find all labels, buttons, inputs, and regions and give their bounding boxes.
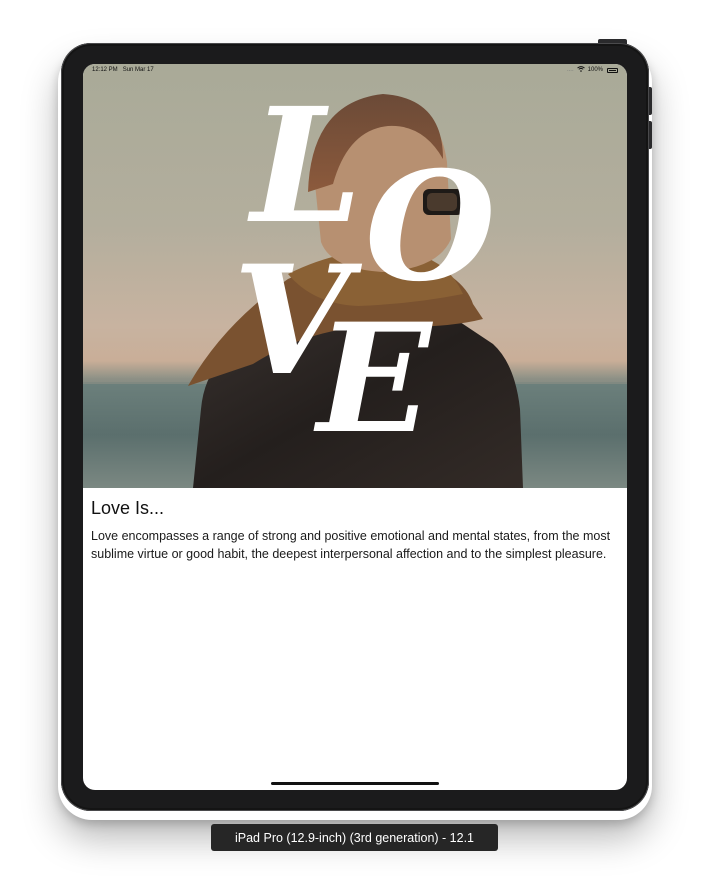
- simulator-stage: 12:12 PM Sun Mar 17 .... 100% L O V E Lo…: [0, 0, 710, 891]
- status-bar: 12:12 PM Sun Mar 17 .... 100%: [83, 64, 627, 76]
- wifi-icon: [576, 66, 585, 74]
- love-letter-l: L: [251, 74, 363, 259]
- home-indicator[interactable]: [271, 782, 439, 785]
- battery-percent: 100%: [587, 67, 603, 73]
- status-date: Sun Mar 17: [122, 67, 154, 73]
- simulator-device-label: iPad Pro (12.9-inch) (3rd generation) - …: [211, 824, 498, 851]
- love-letter-o: O: [365, 139, 496, 315]
- battery-icon: [607, 67, 618, 73]
- status-time: 12:12 PM: [92, 67, 118, 73]
- device-screen[interactable]: 12:12 PM Sun Mar 17 .... 100% L O V E Lo…: [83, 64, 627, 790]
- article-body: Love encompasses a range of strong and p…: [91, 529, 611, 561]
- love-letter-e: E: [317, 291, 432, 467]
- status-time-date: 12:12 PM Sun Mar 17: [92, 67, 154, 73]
- status-right: .... 100%: [567, 66, 618, 74]
- hero-image: L O V E: [83, 64, 627, 488]
- signal-dots: ....: [566, 67, 574, 73]
- article-title: Love Is...: [91, 498, 165, 518]
